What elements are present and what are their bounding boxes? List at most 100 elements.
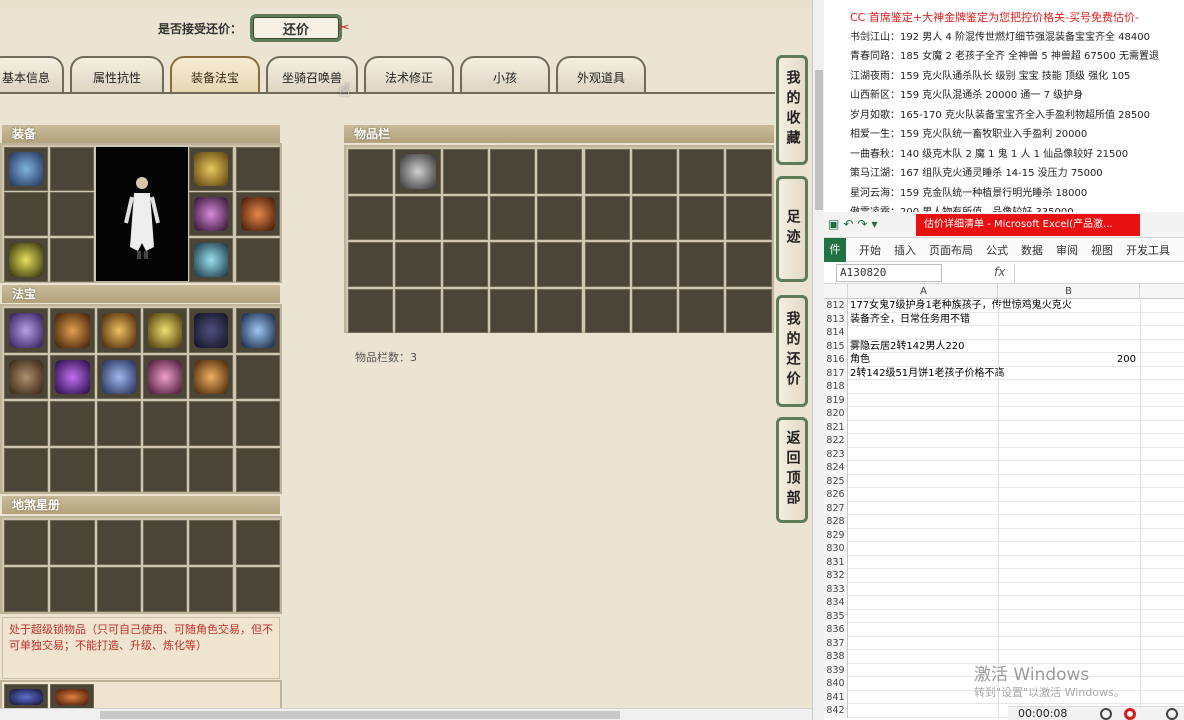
footprint-button[interactable]: 足迹 bbox=[776, 176, 808, 282]
formula-input[interactable] bbox=[1014, 264, 1184, 282]
cell-a[interactable]: 装备齐全，日常任务用不错 bbox=[850, 313, 998, 327]
row-number[interactable]: 837 bbox=[824, 636, 848, 650]
item-slot[interactable] bbox=[348, 149, 394, 194]
item-slot[interactable] bbox=[442, 288, 488, 333]
quick-access-icons[interactable]: ▣↶↷▾ bbox=[828, 217, 881, 231]
cell-a[interactable]: 177女鬼7级护身1老种族孩子，传世惊鸡鬼火克火 bbox=[850, 299, 1072, 313]
item-slot[interactable] bbox=[489, 149, 536, 194]
item-slot[interactable] bbox=[537, 242, 583, 287]
item-slot[interactable] bbox=[584, 242, 630, 287]
tab-1[interactable]: 属性抗性 bbox=[70, 56, 164, 92]
item-slot[interactable] bbox=[442, 149, 488, 194]
stop-record-icon[interactable] bbox=[1124, 708, 1136, 720]
select-all-corner[interactable] bbox=[824, 284, 848, 299]
item-slot[interactable] bbox=[189, 520, 234, 565]
item-slot[interactable] bbox=[631, 195, 678, 240]
column-header-b[interactable]: B bbox=[998, 284, 1140, 299]
fx-icon[interactable]: fx bbox=[994, 265, 1005, 279]
item-slot[interactable] bbox=[726, 242, 772, 287]
ribbon-tab[interactable]: 视图 bbox=[1091, 242, 1113, 258]
row-number[interactable]: 842 bbox=[824, 704, 848, 718]
item-slot[interactable] bbox=[348, 288, 394, 333]
equipment-slot[interactable] bbox=[4, 237, 48, 282]
row-number[interactable]: 819 bbox=[824, 393, 848, 407]
row-number[interactable]: 824 bbox=[824, 461, 848, 475]
scroll-thumb[interactable] bbox=[100, 711, 620, 719]
item-slot[interactable] bbox=[4, 520, 49, 565]
ribbon-tab[interactable]: 页面布局 bbox=[929, 242, 973, 258]
item-slot[interactable] bbox=[395, 195, 441, 240]
item-slot[interactable] bbox=[4, 567, 49, 612]
item-slot[interactable] bbox=[96, 354, 141, 399]
row-number[interactable]: 827 bbox=[824, 501, 848, 515]
name-box[interactable]: A130820 bbox=[836, 264, 942, 282]
row-number[interactable]: 826 bbox=[824, 488, 848, 502]
item-slot[interactable] bbox=[395, 288, 441, 333]
item-slot[interactable] bbox=[442, 242, 488, 287]
row-number[interactable]: 821 bbox=[824, 420, 848, 434]
equipment-slot[interactable] bbox=[235, 192, 280, 237]
item-slot[interactable] bbox=[4, 308, 49, 353]
close-icon[interactable]: ✂ bbox=[338, 20, 350, 36]
row-number[interactable]: 812 bbox=[824, 299, 848, 313]
equipment-slot[interactable] bbox=[50, 147, 95, 191]
item-slot[interactable] bbox=[4, 354, 49, 399]
ribbon-tab[interactable]: 公式 bbox=[986, 242, 1008, 258]
item-slot[interactable] bbox=[537, 288, 583, 333]
item-slot[interactable] bbox=[142, 520, 188, 565]
pause-icon[interactable] bbox=[1100, 708, 1112, 720]
equipment-slot[interactable] bbox=[189, 192, 234, 237]
item-slot[interactable] bbox=[50, 447, 95, 492]
item-slot[interactable] bbox=[50, 567, 95, 612]
cell-b[interactable]: 200 bbox=[998, 353, 1138, 367]
row-number[interactable]: 833 bbox=[824, 582, 848, 596]
item-slot[interactable] bbox=[142, 354, 188, 399]
ribbon-tab[interactable]: 插入 bbox=[894, 242, 916, 258]
item-slot[interactable] bbox=[96, 447, 141, 492]
item-slot[interactable] bbox=[142, 401, 188, 446]
item-slot[interactable] bbox=[189, 447, 234, 492]
item-slot[interactable] bbox=[142, 567, 188, 612]
cell-a[interactable]: 角色 bbox=[850, 353, 998, 367]
item-slot[interactable] bbox=[395, 242, 441, 287]
item-slot[interactable] bbox=[631, 288, 678, 333]
row-number[interactable]: 830 bbox=[824, 542, 848, 556]
item-slot[interactable] bbox=[489, 195, 536, 240]
equipment-slot[interactable] bbox=[4, 192, 48, 237]
item-slot[interactable] bbox=[537, 149, 583, 194]
item-slot[interactable] bbox=[142, 308, 188, 353]
row-number[interactable]: 836 bbox=[824, 623, 848, 637]
item-slot[interactable] bbox=[235, 520, 280, 565]
column-header-a[interactable]: A bbox=[850, 284, 998, 299]
equipment-slot[interactable] bbox=[50, 237, 95, 282]
item-slot[interactable] bbox=[142, 447, 188, 492]
scroll-thumb[interactable] bbox=[815, 70, 823, 210]
item-slot[interactable] bbox=[395, 149, 441, 194]
row-number[interactable]: 813 bbox=[824, 312, 848, 326]
row-number[interactable]: 835 bbox=[824, 609, 848, 623]
row-number[interactable]: 839 bbox=[824, 663, 848, 677]
item-slot[interactable] bbox=[726, 288, 772, 333]
item-slot[interactable] bbox=[235, 354, 280, 399]
item-slot[interactable] bbox=[631, 149, 678, 194]
item-slot[interactable] bbox=[348, 242, 394, 287]
item-slot[interactable] bbox=[631, 242, 678, 287]
item-slot[interactable] bbox=[679, 195, 725, 240]
item-slot[interactable] bbox=[189, 401, 234, 446]
row-number[interactable]: 820 bbox=[824, 407, 848, 421]
ribbon-tab[interactable]: 开发工具 bbox=[1126, 242, 1170, 258]
camera-icon[interactable] bbox=[1166, 708, 1178, 720]
row-number[interactable]: 832 bbox=[824, 569, 848, 583]
horizontal-scrollbar[interactable] bbox=[0, 708, 812, 720]
row-number[interactable]: 816 bbox=[824, 353, 848, 367]
row-number[interactable]: 814 bbox=[824, 326, 848, 340]
cell-a[interactable]: 雾隐云居2转142男人220 bbox=[850, 340, 998, 354]
tab-5[interactable]: 小孩 bbox=[460, 56, 550, 92]
my-favorites-button[interactable]: 我的收藏 bbox=[776, 55, 808, 165]
counter-offer-button[interactable]: 还价 bbox=[250, 14, 343, 42]
item-slot[interactable] bbox=[679, 149, 725, 194]
tab-2[interactable]: 装备法宝 bbox=[170, 56, 260, 92]
item-slot[interactable] bbox=[189, 354, 234, 399]
row-number[interactable]: 825 bbox=[824, 474, 848, 488]
row-number[interactable]: 831 bbox=[824, 555, 848, 569]
